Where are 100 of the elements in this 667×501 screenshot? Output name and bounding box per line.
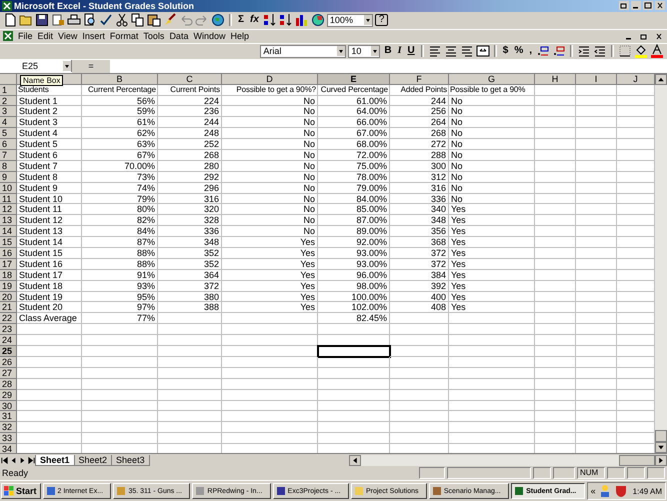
function-button[interactable]: fx — [248, 14, 261, 26]
row-header[interactable]: 4 — [0, 117, 17, 128]
bar-chart-icon[interactable] — [294, 13, 309, 28]
autosum-button[interactable]: Σ — [236, 14, 246, 26]
number-format-button[interactable]: $ — [500, 45, 510, 58]
magnifier-page-icon[interactable] — [83, 13, 97, 28]
row-header[interactable]: 10 — [0, 182, 17, 194]
menu-item[interactable]: Insert — [82, 31, 105, 42]
last-sheet-arrow-icon[interactable] — [27, 456, 36, 465]
row-header[interactable]: 29 — [0, 390, 17, 400]
row-header[interactable]: 19 — [0, 280, 17, 292]
indent-icon[interactable] — [577, 44, 591, 58]
sort-arrow-icon[interactable] — [262, 13, 277, 28]
column-header[interactable]: B — [82, 74, 158, 85]
row-header[interactable]: 32 — [0, 422, 17, 434]
row-header[interactable]: 34 — [0, 444, 17, 454]
blank-page-icon[interactable] — [3, 13, 17, 28]
row-header[interactable]: 12 — [0, 204, 17, 216]
row-header[interactable]: 5 — [0, 128, 17, 140]
next-sheet-arrow-icon[interactable] — [18, 456, 27, 465]
align-lines-icon[interactable] — [428, 44, 442, 58]
sheet-tab[interactable]: Sheet2 — [74, 454, 112, 466]
row-header[interactable]: 18 — [0, 270, 17, 281]
menu-item[interactable]: Edit — [38, 31, 54, 42]
row-header[interactable]: 7 — [0, 150, 17, 161]
row-header[interactable]: 26 — [0, 356, 17, 368]
brush-icon[interactable] — [163, 13, 177, 28]
clipboard-icon[interactable] — [147, 13, 161, 28]
row-header[interactable]: 24 — [0, 335, 17, 346]
sheet-tab[interactable]: Sheet1 — [35, 454, 75, 466]
row-header[interactable]: 11 — [0, 194, 17, 204]
row-header[interactable]: 27 — [0, 368, 17, 379]
align-lines-icon[interactable] — [460, 44, 474, 58]
column-header[interactable]: G — [449, 74, 535, 85]
zoom-dropdown[interactable]: 100% — [326, 14, 373, 27]
fill-bucket-icon[interactable] — [634, 44, 648, 58]
close-icon[interactable] — [654, 32, 664, 41]
horizontal-scrollbar[interactable] — [349, 454, 667, 466]
menu-item[interactable]: Data — [169, 31, 188, 42]
column-header[interactable]: F — [390, 74, 449, 85]
row-header[interactable]: 14 — [0, 226, 17, 238]
style-button[interactable]: U — [406, 45, 417, 58]
menu-item[interactable]: File — [18, 31, 33, 42]
sort-arrow-icon[interactable] — [278, 13, 293, 28]
folder-icon[interactable] — [19, 13, 33, 28]
indent-icon[interactable] — [593, 44, 607, 58]
row-header[interactable]: 15 — [0, 237, 17, 248]
row-header[interactable]: 28 — [0, 378, 17, 390]
menu-item[interactable]: Format — [110, 31, 138, 42]
column-header[interactable]: D — [222, 74, 318, 85]
previous-sheet-arrow-icon[interactable] — [9, 456, 18, 465]
globe-icon[interactable] — [310, 13, 325, 28]
menu-item[interactable]: View — [58, 31, 78, 42]
merge-cells-icon[interactable] — [476, 44, 490, 58]
align-lines-icon[interactable] — [444, 44, 458, 58]
row-header[interactable]: 23 — [0, 324, 17, 336]
maximize-icon[interactable] — [643, 1, 653, 10]
column-header[interactable]: H — [535, 74, 576, 85]
row-header[interactable]: 16 — [0, 248, 17, 259]
row-header[interactable]: 17 — [0, 258, 17, 270]
borders-icon[interactable] — [618, 44, 632, 58]
tray-expand-button[interactable]: « — [590, 486, 596, 496]
close-icon[interactable] — [655, 1, 665, 10]
scroll-thumb[interactable] — [619, 454, 655, 466]
globe-icon[interactable] — [211, 13, 225, 28]
minimize-icon[interactable] — [631, 1, 641, 10]
row-header[interactable]: 1 — [0, 84, 17, 96]
help-button[interactable]: ? — [374, 14, 388, 26]
first-sheet-arrow-icon[interactable] — [0, 456, 9, 465]
check-mark-icon[interactable] — [99, 13, 113, 28]
decimal-icon[interactable] — [552, 44, 566, 58]
row-header[interactable]: 13 — [0, 215, 17, 226]
number-format-button[interactable]: , — [527, 45, 534, 58]
row-header[interactable]: 22 — [0, 313, 17, 324]
copy-icon[interactable] — [131, 13, 145, 28]
row-header[interactable]: 20 — [0, 292, 17, 302]
row-header[interactable]: 6 — [0, 139, 17, 150]
row-header[interactable]: 30 — [0, 400, 17, 412]
scroll-thumb[interactable] — [655, 430, 667, 442]
row-header[interactable]: 21 — [0, 302, 17, 314]
row-header[interactable]: 2 — [0, 96, 17, 106]
restore-icon[interactable] — [619, 1, 629, 10]
shield-icon[interactable] — [614, 484, 628, 498]
start-button[interactable]: Start — [1, 483, 41, 500]
row-header[interactable]: 25 — [0, 346, 17, 357]
row-header[interactable]: 8 — [0, 160, 17, 172]
select-all-button[interactable] — [0, 74, 17, 85]
menu-item[interactable]: Help — [230, 31, 249, 42]
row-header[interactable]: 3 — [0, 106, 17, 118]
sheet-tab[interactable]: Sheet3 — [111, 454, 150, 466]
menu-item[interactable]: Tools — [143, 31, 164, 42]
font-dropdown[interactable]: Arial — [260, 44, 346, 58]
row-header[interactable]: 9 — [0, 172, 17, 183]
column-header[interactable]: C — [158, 74, 222, 85]
font-size-dropdown[interactable]: 10 — [348, 44, 380, 58]
column-header[interactable]: J — [617, 74, 655, 85]
font-color-icon[interactable] — [650, 44, 664, 58]
decimal-icon[interactable] — [536, 44, 550, 58]
vertical-scrollbar[interactable] — [655, 74, 667, 454]
printer-icon[interactable] — [67, 13, 81, 28]
